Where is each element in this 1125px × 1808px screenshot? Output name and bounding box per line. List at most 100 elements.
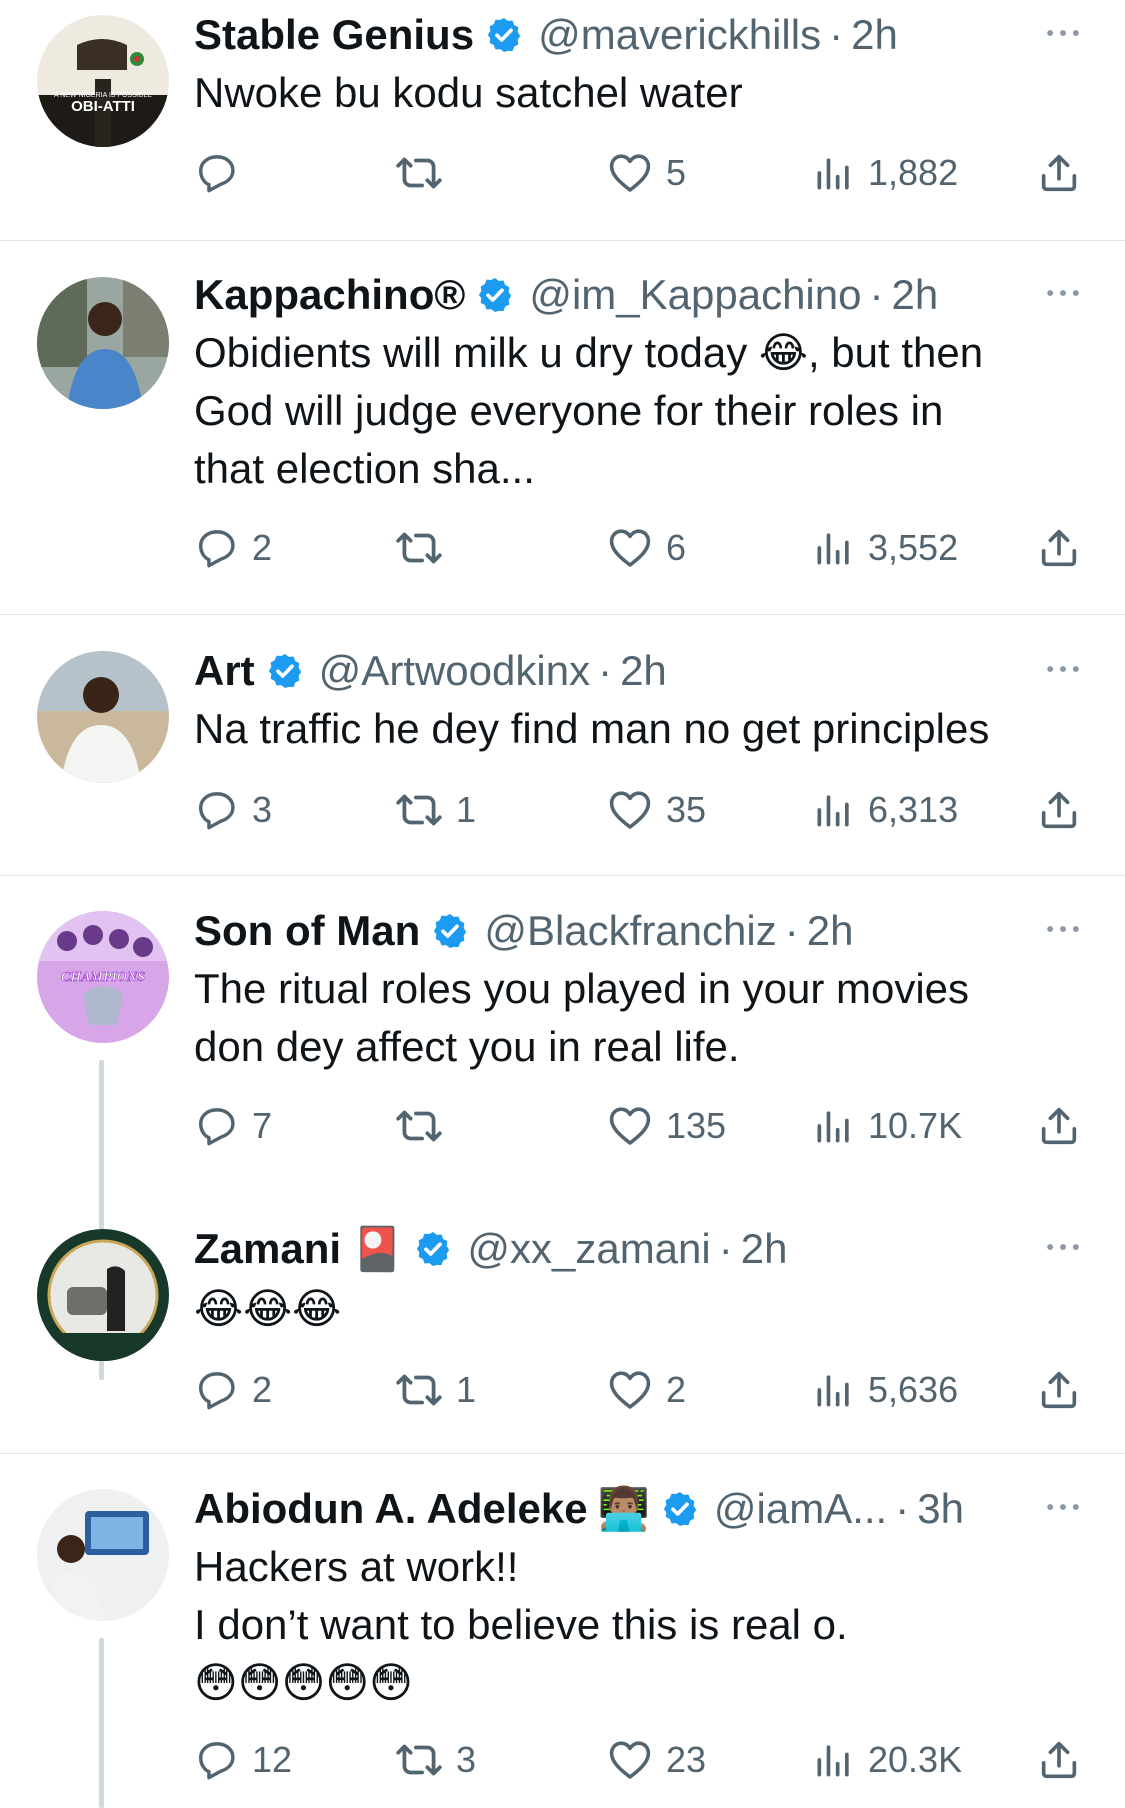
retweet-button[interactable]	[394, 143, 456, 203]
reply-button[interactable]: 12	[194, 1730, 292, 1790]
retweet-icon	[394, 785, 444, 835]
reply-icon	[194, 525, 240, 571]
heart-icon	[606, 786, 654, 834]
more-icon	[1041, 1485, 1085, 1529]
display-name[interactable]: Abiodun A. Adeleke	[194, 1485, 588, 1533]
like-button[interactable]: 6	[606, 518, 686, 578]
views-button[interactable]: 5,636	[812, 1360, 958, 1420]
share-button[interactable]	[1036, 1360, 1082, 1420]
views-button[interactable]: 3,552	[812, 518, 958, 578]
avatar[interactable]: CHAMPIONS	[37, 911, 169, 1043]
view-count: 10.7K	[868, 1105, 963, 1146]
divider	[0, 1453, 1125, 1454]
reply-button[interactable]	[194, 143, 252, 203]
retweet-button[interactable]: 3	[394, 1730, 476, 1790]
avatar[interactable]	[37, 1229, 169, 1361]
handle[interactable]: @maverickhills	[538, 11, 821, 59]
view-count: 3,552	[868, 527, 959, 568]
views-icon	[812, 151, 856, 195]
views-icon	[812, 1738, 856, 1782]
more-button[interactable]	[1038, 644, 1088, 694]
share-button[interactable]	[1036, 143, 1082, 203]
more-icon	[1041, 271, 1085, 315]
timestamp[interactable]: 3h	[917, 1485, 964, 1533]
tweet[interactable]: Zamani 🎴 @xx_zamani · 2h 😂😂😂 2 1 2 5,636	[0, 1214, 1125, 1454]
avatar[interactable]	[37, 1489, 169, 1621]
tweet-text: Obidients will milk u dry today 😂, but t…	[194, 324, 983, 498]
tweet-text: The ritual roles you played in your movi…	[194, 960, 969, 1076]
separator-dot: ·	[829, 11, 844, 58]
avatar[interactable]	[37, 277, 169, 409]
tweet-line: 😂😂😂	[194, 1285, 342, 1332]
action-bar: 7 135 10.7K	[194, 1096, 1094, 1156]
divider	[0, 875, 1125, 876]
reply-button[interactable]: 3	[194, 780, 272, 840]
more-button[interactable]	[1038, 1482, 1088, 1532]
share-button[interactable]	[1036, 780, 1082, 840]
tweet-text: 😂😂😂	[194, 1280, 341, 1338]
timestamp[interactable]: 2h	[851, 11, 898, 59]
tweet[interactable]: A NEW NIGERIA IS POSSIBLE OBI-ATTI Stabl…	[0, 0, 1125, 240]
name-emoji: 👨🏽‍💻	[597, 1484, 650, 1532]
views-icon	[812, 1368, 856, 1412]
tweet-line: The ritual roles you played in your movi…	[194, 965, 970, 1012]
views-button[interactable]: 10.7K	[812, 1096, 962, 1156]
display-name[interactable]: Art	[194, 647, 255, 695]
retweet-button[interactable]	[394, 518, 456, 578]
timestamp[interactable]: 2h	[741, 1225, 788, 1273]
display-name[interactable]: Stable Genius	[194, 11, 474, 59]
like-button[interactable]: 5	[606, 143, 686, 203]
verified-badge-icon	[660, 1489, 700, 1529]
handle[interactable]: @Artwoodkinx	[319, 647, 590, 695]
tweet[interactable]: CHAMPIONS Son of Man @Blackfranchiz · 2h…	[0, 896, 1125, 1380]
like-button[interactable]: 2	[606, 1360, 686, 1420]
more-button[interactable]	[1038, 8, 1088, 58]
separator-dot: ·	[895, 1485, 910, 1532]
like-button[interactable]: 23	[606, 1730, 706, 1790]
tweet[interactable]: Art @Artwoodkinx · 2h Na traffic he dey …	[0, 636, 1125, 874]
share-button[interactable]	[1036, 1730, 1082, 1790]
reply-button[interactable]: 2	[194, 1360, 272, 1420]
timestamp[interactable]: 2h	[807, 907, 854, 955]
reply-count: 2	[252, 527, 273, 568]
like-count: 5	[666, 152, 687, 193]
tweet[interactable]: Kappachino® @im_Kappachino · 2h Obidient…	[0, 260, 1125, 615]
tweet[interactable]: Abiodun A. Adeleke 👨🏽‍💻 @iamA... · 3h Ha…	[0, 1474, 1125, 1808]
tweet-line: Obidients will milk u dry today 😂, but t…	[194, 329, 984, 376]
handle[interactable]: @im_Kappachino	[529, 271, 861, 319]
retweet-icon	[394, 523, 444, 573]
action-bar: 2 6 3,552	[194, 518, 1094, 578]
like-button[interactable]: 135	[606, 1096, 726, 1156]
views-button[interactable]: 1,882	[812, 143, 958, 203]
reply-button[interactable]: 7	[194, 1096, 272, 1156]
display-name[interactable]: Zamani	[194, 1225, 341, 1273]
display-name[interactable]: Kappachino®	[194, 271, 465, 319]
avatar[interactable]: A NEW NIGERIA IS POSSIBLE OBI-ATTI	[37, 15, 169, 147]
display-name[interactable]: Son of Man	[194, 907, 420, 955]
heart-icon	[606, 524, 654, 572]
share-button[interactable]	[1036, 1096, 1082, 1156]
avatar[interactable]	[37, 651, 169, 783]
view-count: 1,882	[868, 152, 959, 193]
views-button[interactable]: 20.3K	[812, 1730, 962, 1790]
handle[interactable]: @iamA...	[714, 1485, 887, 1533]
handle[interactable]: @Blackfranchiz	[484, 907, 776, 955]
more-button[interactable]	[1038, 904, 1088, 954]
handle[interactable]: @xx_zamani	[467, 1225, 710, 1273]
like-button[interactable]: 35	[606, 780, 706, 840]
divider	[0, 240, 1125, 241]
share-button[interactable]	[1036, 518, 1082, 578]
timestamp[interactable]: 2h	[620, 647, 667, 695]
share-icon	[1036, 525, 1082, 571]
tweet-line: Na traffic he dey find man no get princi…	[194, 705, 990, 752]
timestamp[interactable]: 2h	[891, 271, 938, 319]
tweet-line: Nwoke bu kodu satchel water	[194, 69, 743, 116]
retweet-button[interactable]: 1	[394, 780, 476, 840]
more-button[interactable]	[1038, 1222, 1088, 1272]
views-button[interactable]: 6,313	[812, 780, 958, 840]
retweet-button[interactable]: 1	[394, 1360, 476, 1420]
more-button[interactable]	[1038, 268, 1088, 318]
reply-icon	[194, 1737, 240, 1783]
reply-button[interactable]: 2	[194, 518, 272, 578]
retweet-button[interactable]	[394, 1096, 456, 1156]
